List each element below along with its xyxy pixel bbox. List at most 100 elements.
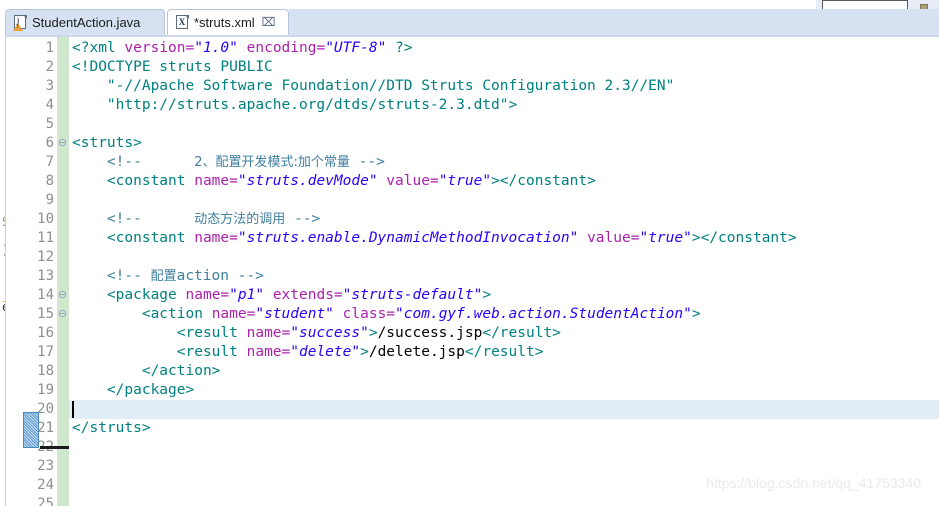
line-number: 13: [37, 268, 54, 284]
line-number: 25: [37, 496, 54, 506]
code-token: >: [691, 306, 701, 322]
fold-collapse-icon[interactable]: ⊖: [56, 134, 69, 153]
code-token: /success.jsp: [377, 325, 483, 341]
code-token: >: [360, 344, 369, 360]
code-token: "-//Apache Software Foundation//DTD Stru…: [72, 78, 675, 94]
tab-struts-xml[interactable]: X *struts.xml ⌧: [167, 9, 289, 35]
code-line-text: </package>: [72, 381, 194, 400]
code-token: name=: [194, 173, 238, 189]
watermark: https://blog.csdn.net/qq_41753340: [706, 475, 921, 491]
code-line[interactable]: 19 </package>: [6, 381, 939, 400]
code-line[interactable]: 22: [6, 438, 939, 457]
code-token: <!--: [72, 154, 195, 170]
line-number: 2: [45, 59, 54, 75]
code-token: <action: [72, 306, 212, 322]
code-token: "struts.devMode": [237, 173, 378, 189]
code-line[interactable]: 1 <?xml version="1.0" encoding="UTF-8" ?>: [6, 39, 939, 58]
text-caret: [72, 401, 74, 418]
code-token: name=: [194, 230, 238, 246]
code-line[interactable]: 25: [6, 495, 939, 506]
code-line[interactable]: 10 <!-- 动态方法的调用 -->: [6, 210, 939, 229]
code-token: "struts-default": [342, 287, 483, 303]
code-token: >: [368, 325, 378, 341]
code-line[interactable]: 7 <!-- 2、配置开发模式:加个常量 -->: [6, 153, 939, 172]
code-token: >: [482, 287, 492, 303]
line-number: 19: [37, 382, 54, 398]
code-token: action -->: [176, 268, 264, 284]
code-line[interactable]: 9: [6, 191, 939, 210]
code-token: <struts>: [72, 135, 142, 151]
close-icon[interactable]: ⌧: [262, 16, 276, 28]
code-line[interactable]: 3 "-//Apache Software Foundation//DTD St…: [6, 77, 939, 96]
code-line[interactable]: 13 <!-- 配置action -->: [6, 267, 939, 286]
code-token: encoding=: [246, 40, 326, 56]
code-line[interactable]: 4 "http://struts.apache.org/dtds/struts-…: [6, 96, 939, 115]
code-line[interactable]: 12: [6, 248, 939, 267]
code-token: "p1": [229, 287, 265, 303]
code-token: </result>: [464, 344, 544, 360]
code-token: name=: [185, 287, 230, 303]
code-line-text: <?xml version="1.0" encoding="UTF-8" ?>: [72, 39, 413, 58]
code-token: 动态方法的调用: [194, 212, 286, 227]
code-token: <!--: [72, 268, 151, 284]
code-token: "http://struts.apache.org/dtds/struts-2.…: [72, 97, 518, 113]
code-line[interactable]: 23: [6, 457, 939, 476]
line-number: 18: [37, 363, 54, 379]
code-token: -->: [285, 211, 321, 227]
code-token: value=: [587, 230, 640, 246]
code-line[interactable]: 6 ⊖ <struts>: [6, 134, 939, 153]
code-line-text: <result name="success">/success.jsp</res…: [72, 324, 561, 343]
tab-student-action-java[interactable]: J ! StudentAction.java: [5, 9, 165, 35]
code-token: ></constant>: [491, 173, 596, 189]
code-token: "true": [639, 230, 692, 246]
code-line[interactable]: 17 <result name="delete">/delete.jsp</re…: [6, 343, 939, 362]
editor-tab-bar: J ! StudentAction.java X *struts.xml ⌧: [5, 7, 939, 37]
code-token: name=: [246, 325, 291, 341]
code-token: "UTF-8": [325, 40, 387, 56]
code-token: ></constant>: [691, 230, 797, 246]
code-token: name=: [246, 344, 291, 360]
line-number: 9: [45, 192, 54, 208]
code-token: <constant: [72, 230, 195, 246]
code-token: 配置: [150, 269, 177, 284]
line-number: 5: [45, 116, 54, 132]
code-line[interactable]: 8 <constant name="struts.devMode" value=…: [6, 172, 939, 191]
code-line-text: <result name="delete">/delete.jsp</resul…: [72, 343, 544, 362]
code-token: "1.0": [194, 40, 238, 56]
xml-file-icon: X: [176, 14, 189, 30]
tab-label: StudentAction.java: [32, 15, 141, 30]
code-line[interactable]: 16 <result name="success">/success.jsp</…: [6, 324, 939, 343]
code-token: </result>: [482, 325, 561, 341]
code-line-text: <struts>: [72, 134, 142, 153]
fold-collapse-icon[interactable]: ⊖: [56, 305, 69, 324]
code-line[interactable]: 5: [6, 115, 939, 134]
line-number: 15: [37, 306, 54, 322]
code-line[interactable]: 21 </struts>: [6, 419, 939, 438]
code-line[interactable]: 2 <!DOCTYPE struts PUBLIC: [6, 58, 939, 77]
code-token: "com.gyf.web.action.StudentAction": [395, 306, 692, 322]
fold-collapse-icon[interactable]: ⊖: [56, 286, 69, 305]
code-line-text: </struts>: [72, 419, 151, 438]
line-number: 23: [37, 458, 54, 474]
code-line[interactable]: 11 <constant name="struts.enable.Dynamic…: [6, 229, 939, 248]
line-number: 6: [45, 135, 54, 151]
xml-source-editor[interactable]: 1 <?xml version="1.0" encoding="UTF-8" ?>…: [5, 37, 939, 506]
code-line-text: <!-- 配置action -->: [72, 267, 264, 286]
code-token: "delete": [290, 344, 361, 360]
code-token: 2、配置开发模式:加个常量: [194, 155, 350, 170]
code-token: </package>: [72, 382, 195, 398]
tab-label: *struts.xml: [194, 14, 255, 30]
modified-lines-marker[interactable]: [23, 412, 39, 448]
code-token: -->: [349, 154, 385, 170]
code-line[interactable]: 20: [6, 400, 939, 419]
code-line[interactable]: 14 ⊖ <package name="p1" extends="struts-d…: [6, 286, 939, 305]
code-line[interactable]: 15 ⊖ <action name="student" class="com.gy…: [6, 305, 939, 324]
code-token: "true": [438, 173, 492, 189]
code-line[interactable]: 18 </action>: [6, 362, 939, 381]
line-number: 7: [45, 154, 54, 170]
